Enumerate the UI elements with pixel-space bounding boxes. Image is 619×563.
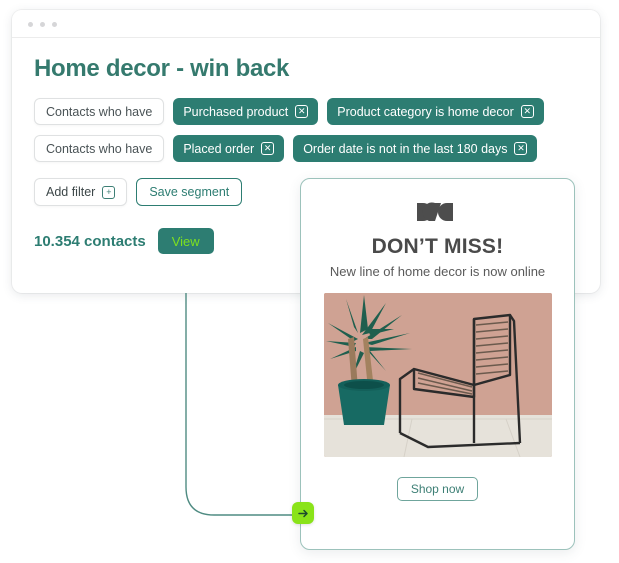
filter-chip-order-date[interactable]: Order date is not in the last 180 days ✕	[293, 135, 538, 163]
window-titlebar	[12, 10, 600, 38]
add-filter-button[interactable]: Add filter +	[34, 178, 128, 207]
page-title: Home decor - win back	[34, 55, 290, 82]
close-icon[interactable]: ✕	[295, 105, 309, 119]
connector-arrow-badge[interactable]	[292, 502, 314, 524]
close-icon[interactable]: ✕	[261, 142, 275, 156]
filter-chip-product-category[interactable]: Product category is home decor ✕	[327, 98, 544, 126]
filter-prefix-label[interactable]: Contacts who have	[34, 98, 165, 126]
shop-now-row: Shop now	[301, 477, 574, 501]
plus-icon: +	[102, 185, 116, 199]
filter-row: Contacts who have Purchased product ✕ Pr…	[34, 98, 578, 126]
view-button[interactable]: View	[157, 228, 214, 255]
close-icon[interactable]: ✕	[514, 142, 528, 156]
window-dot-minimize[interactable]	[40, 22, 45, 27]
save-segment-button[interactable]: Save segment	[136, 178, 243, 207]
email-preview-card: DON’T MISS! New line of home decor is no…	[300, 178, 575, 550]
email-subheading: New line of home decor is now online	[329, 264, 546, 279]
screenshot-root: Home decor - win back Contacts who have …	[0, 0, 619, 563]
filter-chip-label: Order date is not in the last 180 days	[303, 141, 508, 156]
shop-now-button[interactable]: Shop now	[396, 477, 479, 501]
email-heading: DON’T MISS!	[371, 235, 504, 258]
contacts-count-label: 10.354 contacts	[34, 232, 146, 250]
window-dot-close[interactable]	[28, 22, 33, 27]
filter-row: Contacts who have Placed order ✕ Order d…	[34, 135, 578, 163]
arrow-right-icon	[297, 509, 308, 517]
filter-chip-purchased-product[interactable]: Purchased product ✕	[173, 98, 319, 126]
filter-prefix-label[interactable]: Contacts who have	[34, 135, 165, 163]
filter-chip-label: Placed order	[183, 141, 255, 156]
email-hero-image	[323, 293, 552, 457]
filter-chip-placed-order[interactable]: Placed order ✕	[173, 135, 285, 163]
add-filter-label: Add filter	[46, 185, 96, 200]
brand-logo	[301, 199, 574, 225]
window-dot-maximize[interactable]	[52, 22, 57, 27]
filter-chip-label: Product category is home decor	[337, 104, 514, 119]
filter-chip-label: Purchased product	[183, 104, 289, 119]
close-icon[interactable]: ✕	[520, 105, 534, 119]
